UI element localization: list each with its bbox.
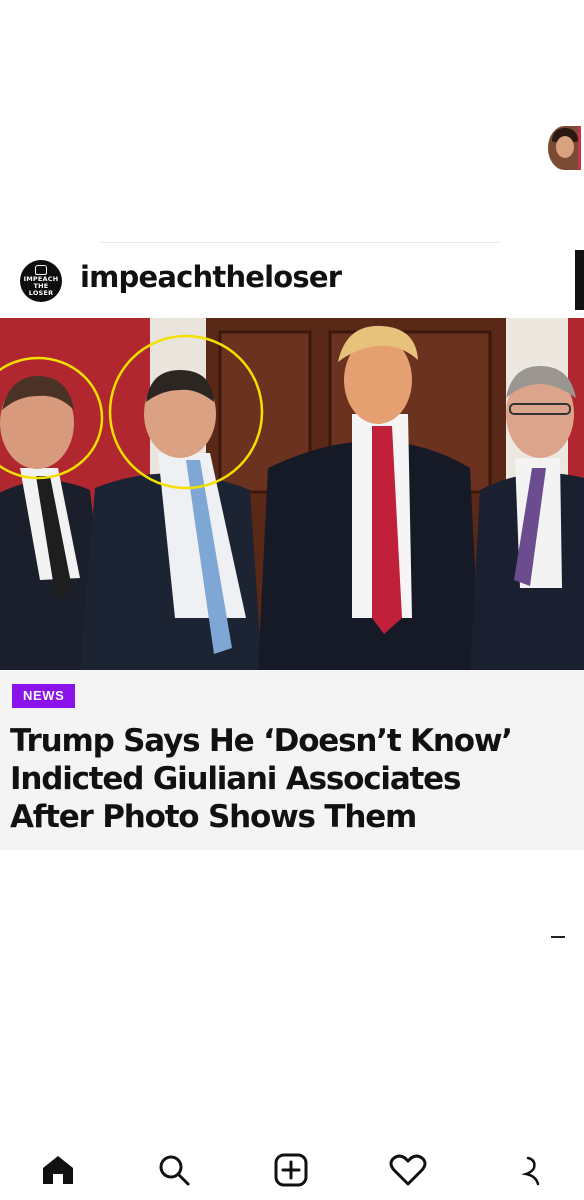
story-avatar-face (556, 136, 574, 158)
redacted-area (0, 850, 584, 1140)
profile-username[interactable]: impeachtheloser (80, 260, 342, 294)
category-badge: NEWS (12, 684, 76, 708)
divider (100, 242, 500, 243)
headline-line: Trump Says He ‘Doesn’t Know’ (10, 723, 513, 759)
search-icon (159, 1155, 190, 1186)
nav-home[interactable] (38, 1150, 78, 1190)
avatar-logo-text: IMPEACH THE LOSER (23, 275, 59, 297)
nav-activity[interactable] (388, 1150, 428, 1190)
article-card[interactable]: NEWS Trump Says He ‘Doesn’t Know’ Indict… (0, 670, 584, 850)
home-icon (43, 1156, 73, 1184)
edge-shadow (575, 250, 584, 310)
dash-mark (551, 936, 565, 938)
post-photo[interactable] (0, 318, 584, 670)
profile-icon (521, 1156, 540, 1186)
post-header: IMPEACH THE LOSER impeachtheloser (0, 250, 584, 314)
fist-icon (35, 265, 47, 275)
group-photo (0, 318, 584, 670)
bottom-nav (0, 1140, 584, 1200)
nav-search[interactable] (154, 1150, 194, 1190)
story-avatar[interactable] (548, 126, 581, 170)
headline-line: After Photo Shows Them (10, 799, 417, 835)
add-post-icon (274, 1153, 308, 1187)
profile-avatar[interactable]: IMPEACH THE LOSER (20, 260, 62, 302)
top-blank-area (0, 0, 584, 242)
article-headline[interactable]: Trump Says He ‘Doesn’t Know’ Indicted Gi… (10, 722, 576, 836)
heart-icon (389, 1154, 427, 1186)
nav-profile[interactable] (512, 1150, 552, 1190)
nav-new-post[interactable] (271, 1150, 311, 1190)
headline-line: Indicted Giuliani Associates (10, 761, 461, 797)
